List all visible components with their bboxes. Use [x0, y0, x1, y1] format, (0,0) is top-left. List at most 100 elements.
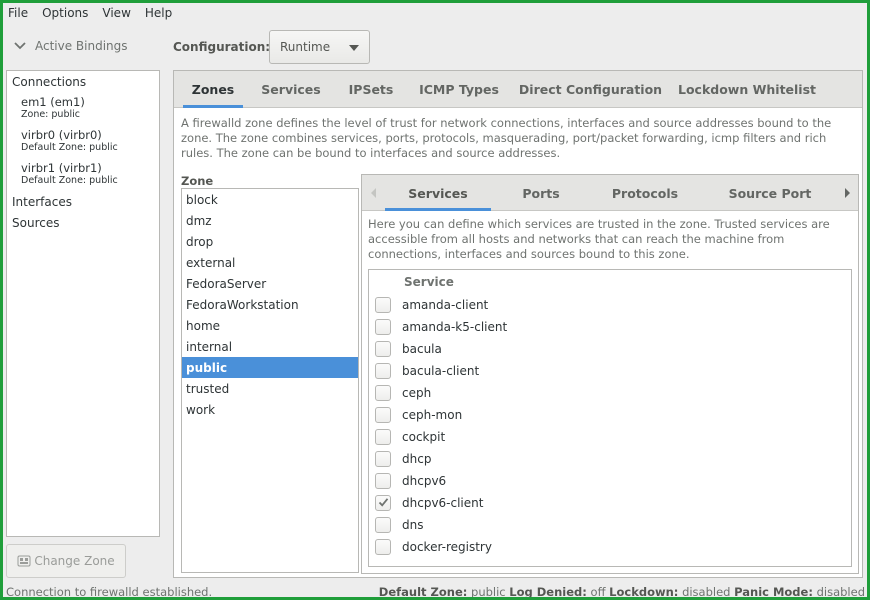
menu-view[interactable]: View: [97, 6, 139, 20]
menu-file[interactable]: File: [3, 6, 37, 20]
tab-ipsets[interactable]: IPSets: [340, 71, 402, 108]
connection-zone: Default Zone: public: [21, 175, 118, 186]
zone-item-home[interactable]: home: [182, 315, 358, 336]
service-row[interactable]: dhcpv6-client: [369, 492, 851, 514]
tab-direct-configuration[interactable]: Direct Configuration: [517, 71, 664, 108]
panic-mode-label: Panic Mode:: [734, 585, 813, 597]
tab-scroll-right-icon[interactable]: [845, 188, 850, 198]
service-name: ceph: [402, 386, 432, 400]
connection-zone: Zone: public: [21, 109, 80, 120]
service-column-header[interactable]: Service: [404, 275, 454, 289]
log-denied-value: off: [590, 585, 606, 597]
interfaces-heading[interactable]: Interfaces: [12, 195, 72, 209]
service-name: dhcpv6: [402, 474, 447, 488]
zone-item-work[interactable]: work: [182, 399, 358, 420]
service-checkbox[interactable]: [375, 407, 391, 423]
service-row[interactable]: bacula-client: [369, 360, 851, 382]
zone-item-trusted[interactable]: trusted: [182, 378, 358, 399]
menubar: File Options View Help: [3, 3, 867, 23]
service-checkbox[interactable]: [375, 429, 391, 445]
tab-scroll-left-icon[interactable]: [371, 188, 376, 198]
service-row[interactable]: ceph: [369, 382, 851, 404]
configuration-select[interactable]: Runtime: [269, 30, 370, 64]
dropdown-arrow-icon: [349, 45, 359, 51]
service-checkbox[interactable]: [375, 451, 391, 467]
service-row[interactable]: cockpit: [369, 426, 851, 448]
zone-item-fedoraserver[interactable]: FedoraServer: [182, 273, 358, 294]
service-checkbox[interactable]: [375, 517, 391, 533]
zone-item-block[interactable]: block: [182, 189, 358, 210]
connection-item[interactable]: virbr1 (virbr1) Default Zone: public: [21, 162, 118, 187]
zone-label: Zone: [181, 174, 214, 188]
zone-item-internal[interactable]: internal: [182, 336, 358, 357]
lockdown-value: disabled: [682, 585, 731, 597]
service-name: ceph-mon: [402, 408, 463, 422]
service-row[interactable]: bacula: [369, 338, 851, 360]
main-tab-bar: Zones Services IPSets ICMP Types Direct …: [174, 71, 862, 108]
active-bindings-toggle[interactable]: Active Bindings: [13, 39, 128, 53]
service-checkbox[interactable]: [375, 341, 391, 357]
active-bindings-label: Active Bindings: [35, 39, 128, 53]
configuration-label: Configuration:: [173, 40, 271, 54]
change-zone-label: Change Zone: [34, 554, 115, 568]
service-checkbox[interactable]: [375, 473, 391, 489]
checkmark-icon: [378, 498, 389, 507]
tab-zone-ports[interactable]: Ports: [506, 175, 576, 211]
service-checkbox[interactable]: [375, 319, 391, 335]
default-zone-label: Default Zone:: [378, 585, 468, 597]
tab-icmp-types[interactable]: ICMP Types: [414, 71, 504, 108]
sources-heading[interactable]: Sources: [12, 216, 59, 230]
service-name: cockpit: [402, 430, 446, 444]
configuration-value: Runtime: [280, 40, 331, 54]
menu-options[interactable]: Options: [37, 6, 97, 20]
zone-item-dmz[interactable]: dmz: [182, 210, 358, 231]
tab-zone-services[interactable]: Services: [385, 175, 491, 211]
service-name: amanda-k5-client: [402, 320, 508, 334]
firewall-config-window: File Options View Help Active Bindings C…: [3, 3, 867, 597]
connections-heading[interactable]: Connections: [12, 75, 86, 89]
default-zone-value: public: [471, 585, 506, 597]
service-name: docker-registry: [402, 540, 492, 554]
tab-services[interactable]: Services: [255, 71, 327, 108]
service-name: dhcpv6-client: [402, 496, 484, 510]
service-checkbox[interactable]: [375, 539, 391, 555]
service-row[interactable]: dhcpv6: [369, 470, 851, 492]
tab-zones[interactable]: Zones: [183, 71, 243, 108]
connection-name: em1 (em1): [21, 95, 85, 109]
zone-icon: [17, 555, 31, 567]
service-checkbox[interactable]: [375, 363, 391, 379]
service-row[interactable]: amanda-client: [369, 294, 851, 316]
zone-item-drop[interactable]: drop: [182, 231, 358, 252]
tab-lockdown-whitelist[interactable]: Lockdown Whitelist: [677, 71, 817, 108]
service-name: dhcp: [402, 452, 432, 466]
tab-zone-protocols[interactable]: Protocols: [605, 175, 685, 211]
zone-list: block dmz drop external FedoraServer Fed…: [181, 188, 359, 573]
services-list: Service amanda-client amanda-k5-client bac…: [368, 269, 852, 567]
status-bar: Connection to firewalld established. Def…: [3, 585, 867, 597]
lockdown-label: Lockdown:: [609, 585, 679, 597]
change-zone-button[interactable]: Change Zone: [6, 544, 126, 578]
service-checkbox[interactable]: [375, 297, 391, 313]
zone-item-fedoraworkstation[interactable]: FedoraWorkstation: [182, 294, 358, 315]
service-checkbox[interactable]: [375, 495, 391, 511]
tab-zone-source-port[interactable]: Source Port: [718, 175, 822, 211]
menu-help[interactable]: Help: [140, 6, 181, 20]
service-row[interactable]: amanda-k5-client: [369, 316, 851, 338]
service-row[interactable]: docker-registry: [369, 536, 851, 558]
zone-description: A firewalld zone defines the level of tr…: [181, 116, 832, 160]
connection-item[interactable]: em1 (em1) Zone: public: [21, 96, 85, 121]
log-denied-label: Log Denied:: [509, 585, 587, 597]
panic-mode-value: disabled: [816, 585, 865, 597]
service-row[interactable]: dhcp: [369, 448, 851, 470]
status-message: Connection to firewalld established.: [6, 585, 213, 597]
service-row[interactable]: dns: [369, 514, 851, 536]
main-notebook: Zones Services IPSets ICMP Types Direct …: [173, 70, 863, 578]
connection-name: virbr1 (virbr1): [21, 161, 102, 175]
connection-item[interactable]: virbr0 (virbr0) Default Zone: public: [21, 129, 118, 154]
zone-item-public[interactable]: public: [182, 357, 358, 378]
zone-item-external[interactable]: external: [182, 252, 358, 273]
bindings-panel: Connections em1 (em1) Zone: public virbr…: [6, 70, 160, 537]
service-row[interactable]: ceph-mon: [369, 404, 851, 426]
service-checkbox[interactable]: [375, 385, 391, 401]
inner-tab-bar: Services Ports Protocols Source Port: [362, 175, 858, 211]
